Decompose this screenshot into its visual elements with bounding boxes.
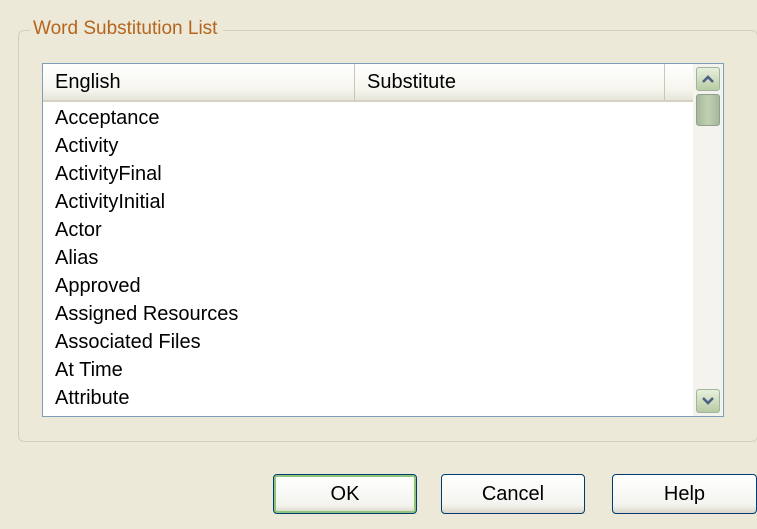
scroll-down-button[interactable] xyxy=(696,389,720,413)
substitute-cell xyxy=(355,300,665,328)
group-title: Word Substitution List xyxy=(30,16,224,42)
list-item[interactable]: Attribute xyxy=(43,384,693,412)
english-cell: Approved xyxy=(55,275,141,297)
chevron-up-icon xyxy=(702,75,714,83)
vertical-scrollbar[interactable] xyxy=(693,64,723,416)
list-item[interactable]: Approved xyxy=(43,272,693,300)
substitute-cell xyxy=(355,132,665,160)
list-item[interactable]: ActivityInitial xyxy=(43,188,693,216)
substitute-cell xyxy=(355,216,665,244)
substitute-cell xyxy=(355,272,665,300)
list-item[interactable]: At Time xyxy=(43,356,693,384)
list-body: Acceptance Activity ActivityFinal ActivityI… xyxy=(43,104,693,412)
list-item[interactable]: Acceptance xyxy=(43,104,693,132)
word-substitution-list[interactable]: English Substitute Acceptance Activity Act… xyxy=(42,63,724,417)
english-cell: Associated Files xyxy=(55,331,201,353)
substitute-cell xyxy=(355,104,665,132)
list-item[interactable]: ActivityFinal xyxy=(43,160,693,188)
help-button[interactable]: Help xyxy=(612,474,757,514)
english-cell: Actor xyxy=(55,219,102,241)
english-cell: At Time xyxy=(55,359,123,381)
list-item[interactable]: Activity xyxy=(43,132,693,160)
english-cell: ActivityFinal xyxy=(55,163,162,185)
english-cell: Assigned Resources xyxy=(55,303,239,325)
column-header-english[interactable]: English xyxy=(43,64,355,100)
scroll-up-button[interactable] xyxy=(696,67,720,91)
english-cell: Alias xyxy=(55,247,99,269)
substitute-cell xyxy=(355,244,665,272)
english-cell: Attribute xyxy=(55,387,130,409)
chevron-down-icon xyxy=(702,397,714,405)
list-item[interactable]: Actor xyxy=(43,216,693,244)
english-cell: Activity xyxy=(55,135,119,157)
list-item[interactable]: Alias xyxy=(43,244,693,272)
ok-button[interactable]: OK xyxy=(273,474,417,514)
substitute-cell xyxy=(355,328,665,356)
english-cell: ActivityInitial xyxy=(55,191,166,213)
scroll-thumb[interactable] xyxy=(696,94,720,126)
substitute-cell xyxy=(355,188,665,216)
column-header-substitute[interactable]: Substitute xyxy=(355,64,665,100)
list-item[interactable]: Associated Files xyxy=(43,328,693,356)
english-cell: Acceptance xyxy=(55,107,160,129)
list-header: English Substitute xyxy=(43,64,693,102)
cancel-button[interactable]: Cancel xyxy=(441,474,585,514)
list-item[interactable]: Assigned Resources xyxy=(43,300,693,328)
column-header-filler xyxy=(665,64,693,100)
substitute-cell xyxy=(355,356,665,384)
substitute-cell xyxy=(355,160,665,188)
substitute-cell xyxy=(355,384,665,412)
